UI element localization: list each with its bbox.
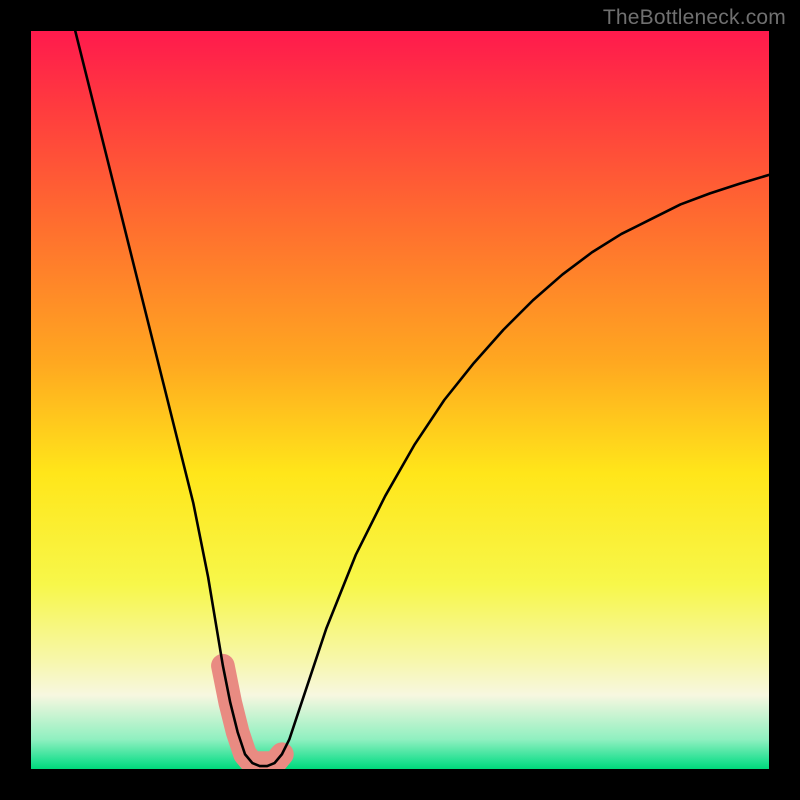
watermark-text: TheBottleneck.com	[603, 6, 786, 30]
plot-area	[31, 31, 769, 769]
optimal-range-band	[223, 666, 282, 763]
outer-black-frame: TheBottleneck.com	[0, 0, 800, 800]
bottleneck-curve	[75, 31, 769, 766]
chart-svg	[31, 31, 769, 769]
